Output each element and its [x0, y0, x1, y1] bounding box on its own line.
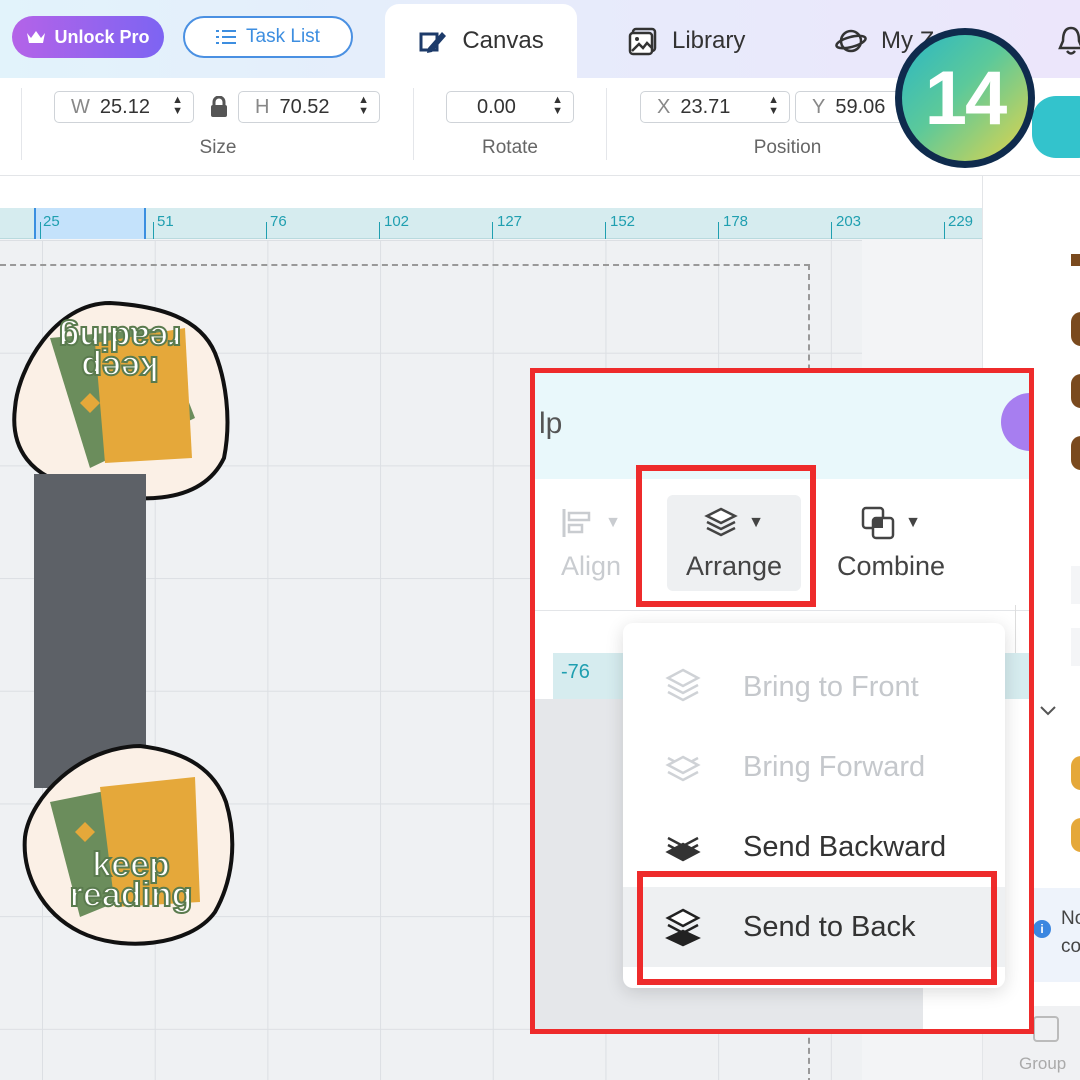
group-label: Group	[1019, 1054, 1067, 1073]
layer-row[interactable]	[1071, 566, 1080, 604]
ruler-tick: 25	[43, 213, 60, 230]
header-text-fragment: lp	[539, 407, 563, 440]
horizontal-ruler: 25 51 76 102 127 152 178 203 229	[0, 208, 982, 239]
sticker-text-line2: reading	[69, 876, 194, 914]
step-number: 14	[902, 35, 1028, 161]
planet-icon	[835, 29, 867, 53]
ruler-tick: 229	[948, 213, 974, 230]
ruler-tick: 51	[157, 213, 174, 230]
height-value: 70.52	[279, 95, 330, 118]
bell-icon	[1058, 26, 1080, 55]
crown-icon	[27, 31, 46, 43]
unlock-pro-button[interactable]: Unlock Pro	[12, 16, 164, 58]
selected-rectangle-shape[interactable]	[34, 474, 146, 788]
sticker-text-line1: keep	[80, 348, 160, 388]
width-value: 25.12	[99, 95, 150, 118]
ruler-tick: 76	[270, 213, 287, 230]
ruler-tick: 152	[610, 213, 636, 230]
arrange-highlight-box	[636, 465, 816, 607]
task-list-label: Task List	[246, 26, 320, 47]
menu-item-bring-to-front[interactable]: Bring to Front	[623, 647, 1005, 727]
ruler-tick: 203	[836, 213, 862, 230]
rotate-field[interactable]: 0.00 ▲ ▼	[446, 91, 574, 123]
position-x-prefix: X	[657, 95, 671, 118]
menu-item-label: Send Backward	[743, 830, 947, 863]
chevron-down-icon[interactable]	[1039, 704, 1057, 718]
info-text: co	[1061, 936, 1080, 957]
image-icon	[628, 27, 657, 56]
width-prefix: W	[71, 95, 90, 118]
layer-thumbnail[interactable]	[1071, 818, 1080, 852]
position-y-value: 59.06	[835, 95, 886, 118]
tab-library[interactable]: Library	[628, 4, 745, 78]
width-field[interactable]: W 25.12 ▲ ▼	[54, 91, 194, 123]
tab-canvas[interactable]: Canvas	[385, 4, 577, 78]
info-text: No	[1061, 908, 1080, 929]
layer-thumbnail[interactable]	[1071, 436, 1080, 470]
layer-row[interactable]	[1071, 628, 1080, 666]
position-x-stepper-icon[interactable]: ▲ ▼	[768, 95, 779, 117]
make-it-button[interactable]	[1032, 96, 1080, 158]
align-label: Align	[561, 551, 622, 581]
dropdown-arrow-icon: ▼	[605, 514, 621, 531]
unlock-pro-label: Unlock Pro	[54, 26, 150, 47]
layer-thumbnail[interactable]	[1071, 312, 1080, 346]
layer-thumbnail[interactable]	[1071, 756, 1080, 790]
tab-library-label: Library	[672, 27, 746, 54]
divider	[413, 88, 414, 160]
position-label: Position	[753, 137, 822, 158]
align-left-icon	[562, 509, 591, 537]
bring-to-front-icon	[665, 668, 701, 702]
align-tool: ▼ Align	[561, 495, 621, 582]
rotate-label: Rotate	[482, 137, 538, 158]
position-x-field[interactable]: X 23.71 ▲ ▼	[640, 91, 790, 123]
rotate-stepper-icon[interactable]: ▲ ▼	[552, 95, 563, 117]
layer-thumbnail[interactable]	[1071, 254, 1080, 266]
size-label: Size	[199, 137, 237, 158]
combine-label: Combine	[837, 551, 946, 581]
height-field[interactable]: H 70.52 ▲ ▼	[238, 91, 380, 123]
ruler-tick: 178	[723, 213, 749, 230]
step-number-badge: 14	[895, 28, 1035, 168]
info-icon: i	[1033, 920, 1051, 938]
group-icon	[1033, 1016, 1059, 1042]
bring-forward-icon	[665, 755, 701, 782]
avatar[interactable]	[1001, 393, 1029, 451]
combine-tool[interactable]: ▼ Combine	[837, 495, 945, 582]
layer-thumbnail[interactable]	[1071, 374, 1080, 408]
send-backward-icon	[665, 836, 701, 862]
combine-icon	[861, 506, 895, 540]
canvas-top-margin	[0, 176, 982, 208]
zoom-header: lp	[535, 373, 1029, 479]
divider	[21, 88, 22, 160]
menu-item-label: Bring Forward	[743, 750, 926, 783]
sticker-text-line2: reading	[58, 318, 183, 358]
menu-item-label: Bring to Front	[743, 670, 919, 703]
task-list-button[interactable]: Task List	[183, 16, 353, 58]
canvas-pen-icon	[419, 32, 447, 53]
list-icon	[216, 30, 237, 44]
rotate-value: 0.00	[477, 95, 516, 118]
height-stepper-icon[interactable]: ▲ ▼	[358, 95, 369, 117]
position-y-prefix: Y	[812, 95, 826, 118]
ruler-tick: 127	[497, 213, 523, 230]
position-x-value: 23.71	[680, 95, 731, 118]
ruler-tick: 102	[384, 213, 410, 230]
menu-item-bring-forward[interactable]: Bring Forward	[623, 727, 1005, 807]
tab-canvas-label: Canvas	[462, 27, 544, 54]
width-stepper-icon[interactable]: ▲ ▼	[172, 95, 183, 117]
notification-button[interactable]	[1056, 4, 1080, 78]
sticker-keep-reading[interactable]: keep reading	[20, 742, 242, 952]
dropdown-arrow-icon: ▼	[905, 514, 921, 531]
divider	[606, 88, 607, 160]
lock-icon[interactable]	[209, 96, 229, 118]
send-to-back-highlight-box	[637, 871, 997, 985]
ruler-tick: -76	[561, 661, 590, 683]
height-prefix: H	[255, 95, 270, 118]
